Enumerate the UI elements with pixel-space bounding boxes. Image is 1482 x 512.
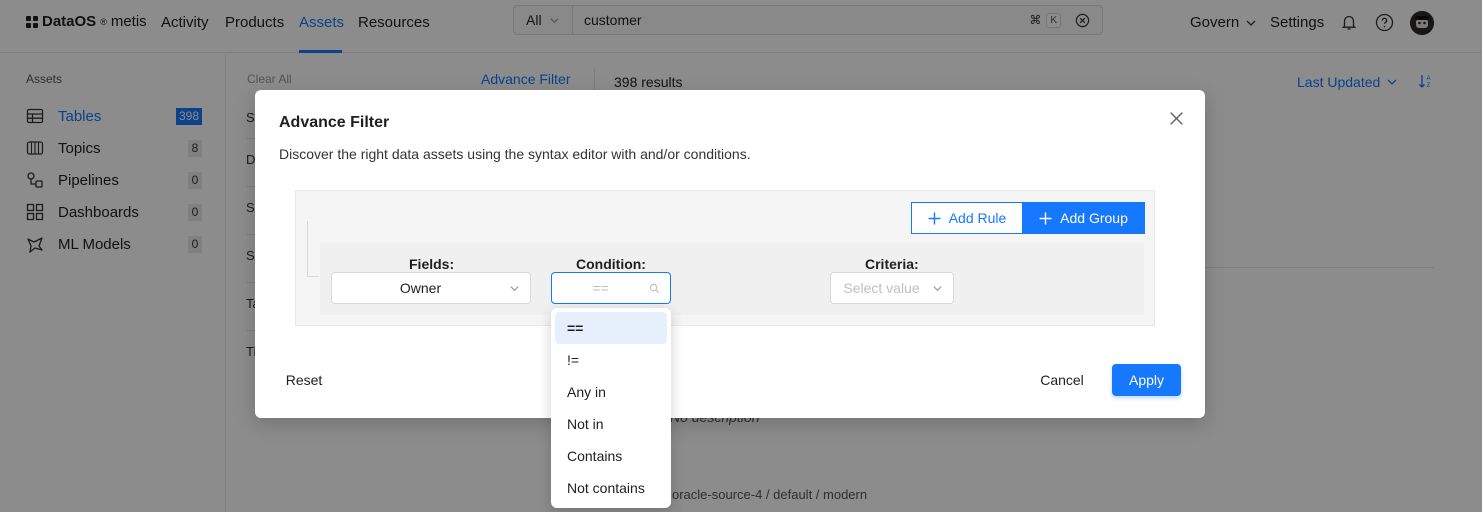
field-select[interactable]: Owner [331,272,531,304]
criteria-label: Criteria: [865,256,919,272]
query-builder: Add Rule Add Group Fields: Owner Conditi… [295,190,1155,326]
dropdown-option[interactable]: Not contains [555,472,667,504]
cancel-button[interactable]: Cancel [1027,364,1097,396]
plus-icon [928,212,941,224]
group-connector [307,221,319,277]
chevron-down-icon [933,285,942,291]
dropdown-option[interactable]: Contains [555,440,667,472]
dropdown-option[interactable]: != [555,344,667,376]
modal-title: Advance Filter [279,114,390,131]
add-rule-button[interactable]: Add Rule [911,202,1023,234]
condition-select[interactable]: == [551,272,671,304]
search-icon [649,283,660,293]
close-icon[interactable] [1168,110,1185,127]
add-rule-label: Add Rule [948,210,1007,226]
dropdown-option[interactable]: Not in [555,408,667,440]
modal-subtitle: Discover the right data assets using the… [279,146,751,162]
condition-label: Condition: [576,256,646,272]
dropdown-option[interactable]: Any in [555,376,667,408]
add-group-button[interactable]: Add Group [1022,202,1145,234]
fields-label: Fields: [409,256,455,272]
criteria-select[interactable]: Select value [830,272,954,304]
apply-button[interactable]: Apply [1112,364,1181,396]
rule-row: Fields: Owner Condition: == Criteria: Se… [320,243,1144,315]
condition-select-value: == [592,280,609,296]
reset-button[interactable]: Reset [279,366,329,394]
add-group-label: Add Group [1060,210,1128,226]
chevron-down-icon [510,285,519,291]
dropdown-option[interactable]: == [555,312,667,344]
condition-dropdown: == != Any in Not in Contains Not contain… [551,308,671,508]
criteria-select-placeholder: Select value [843,280,920,296]
advance-filter-modal: Advance Filter Discover the right data a… [255,90,1205,418]
field-select-value: Owner [399,280,442,296]
plus-icon [1039,212,1052,224]
